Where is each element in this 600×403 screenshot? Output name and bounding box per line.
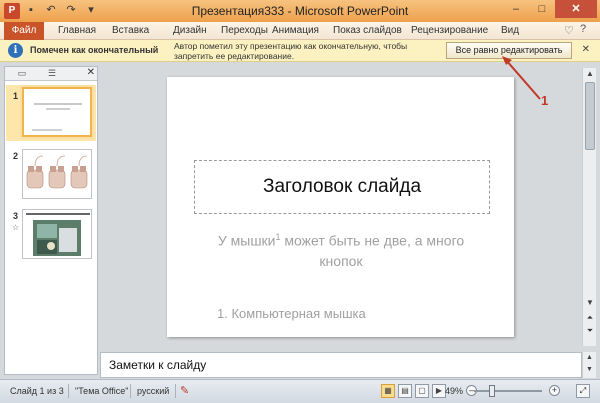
slide-thumbnail-1[interactable]: [22, 87, 92, 137]
status-separator: [130, 384, 131, 398]
mice-image: [26, 155, 88, 189]
scrollbar-thumb[interactable]: [585, 82, 595, 150]
notes-scrollbar[interactable]: ▲ ▼: [582, 352, 596, 378]
annotation-label: 1: [541, 93, 549, 108]
tab-design[interactable]: Дизайн: [173, 25, 207, 36]
slide-sorter-view-button[interactable]: ▤: [398, 384, 412, 398]
help-icon[interactable]: ?: [580, 23, 586, 35]
notes-placeholder: Заметки к слайду: [109, 358, 207, 372]
previous-slide-icon[interactable]: ⏶: [583, 313, 597, 323]
zoom-in-icon[interactable]: +: [549, 385, 560, 396]
infobar-close-icon[interactable]: ✕: [582, 44, 590, 55]
tab-view[interactable]: Вид: [501, 25, 519, 36]
scroll-up-icon[interactable]: ▲: [583, 68, 597, 80]
subtitle-text: У мышки: [217, 232, 276, 249]
edit-anyway-button[interactable]: Все равно редактировать: [446, 42, 572, 59]
slide-subtitle: У мышки1 может быть не две, а много кноп…: [207, 227, 475, 271]
slides-tab-icon[interactable]: ▭: [15, 68, 29, 79]
ribbon-tabs: Файл Главная Вставка Дизайн Переходы Ани…: [0, 22, 600, 40]
infobar-message: Автор пометил эту презентацию как оконча…: [174, 41, 408, 61]
minimize-ribbon-icon[interactable]: ♡: [564, 24, 574, 37]
status-separator: [68, 384, 69, 398]
animation-star-icon: ☆: [12, 223, 20, 232]
window-controls: – □ ✕: [503, 0, 597, 18]
zoom-level[interactable]: 49%: [445, 386, 463, 396]
title-placeholder[interactable]: Заголовок слайда: [194, 160, 490, 214]
spellcheck-icon[interactable]: ✎: [180, 384, 189, 397]
fit-to-window-button[interactable]: ⤢: [576, 384, 590, 398]
theme-name[interactable]: "Тема Office": [75, 386, 128, 396]
reading-view-button[interactable]: ▢: [415, 384, 429, 398]
slide-footnote: 1. Компьютерная мышка: [217, 306, 366, 321]
slide-thumbnail-3[interactable]: [22, 209, 92, 259]
tab-review[interactable]: Рецензирование: [411, 25, 488, 36]
slide-canvas[interactable]: Заголовок слайда У мышки1 может быть не …: [167, 77, 514, 337]
thumbnail-number: 3: [13, 211, 19, 221]
tab-insert[interactable]: Вставка: [112, 25, 149, 36]
infobar-title: Помечен как окончательный: [30, 45, 159, 55]
close-button[interactable]: ✕: [555, 0, 597, 18]
subtitle-text-continued: может быть не две, а много кнопок: [280, 232, 465, 269]
normal-view-button[interactable]: ▦: [381, 384, 395, 398]
slide-counter: Слайд 1 из 3: [10, 386, 64, 396]
status-separator: [175, 384, 176, 398]
tab-home[interactable]: Главная: [58, 25, 96, 36]
outline-tab-icon[interactable]: ☰: [45, 68, 59, 79]
zoom-slider-track[interactable]: [474, 390, 542, 392]
thumbnail-number: 1: [13, 91, 19, 101]
room-image: [33, 220, 81, 256]
title-bar: P ▪ ↶ ↷ ▾ Презентация333 - Microsoft Pow…: [0, 0, 600, 22]
thumbnail-number: 2: [13, 151, 19, 161]
tab-slideshow[interactable]: Показ слайдов: [333, 25, 402, 36]
language-indicator[interactable]: русский: [137, 386, 169, 396]
slide-panel: ▭ ☰ ✕ 1 2 3 ☆: [4, 66, 98, 375]
tab-animations[interactable]: Анимация: [272, 25, 319, 36]
slide-thumbnail-2[interactable]: [22, 149, 92, 199]
scroll-down-icon[interactable]: ▼: [583, 297, 597, 309]
zoom-slider-knob[interactable]: [489, 385, 495, 397]
maximize-button[interactable]: □: [529, 0, 555, 18]
info-icon: i: [8, 43, 23, 58]
minimize-button[interactable]: –: [503, 0, 529, 18]
next-slide-icon[interactable]: ⏷: [583, 326, 597, 336]
tab-file[interactable]: Файл: [4, 22, 44, 40]
tab-transitions[interactable]: Переходы: [221, 25, 268, 36]
slide-title: Заголовок слайда: [262, 176, 422, 197]
slideshow-view-button[interactable]: ▶: [432, 384, 446, 398]
notes-pane[interactable]: Заметки к слайду: [100, 352, 582, 378]
panel-tabs: ▭ ☰ ✕: [5, 67, 97, 81]
status-bar: Слайд 1 из 3 "Тема Office" русский ✎ ▦ ▤…: [0, 379, 600, 403]
marked-as-final-infobar: i Помечен как окончательный Автор помети…: [0, 40, 600, 62]
vertical-scrollbar[interactable]: ▲ ▼ ⏶ ⏷: [582, 68, 596, 346]
panel-close-icon[interactable]: ✕: [87, 67, 95, 78]
